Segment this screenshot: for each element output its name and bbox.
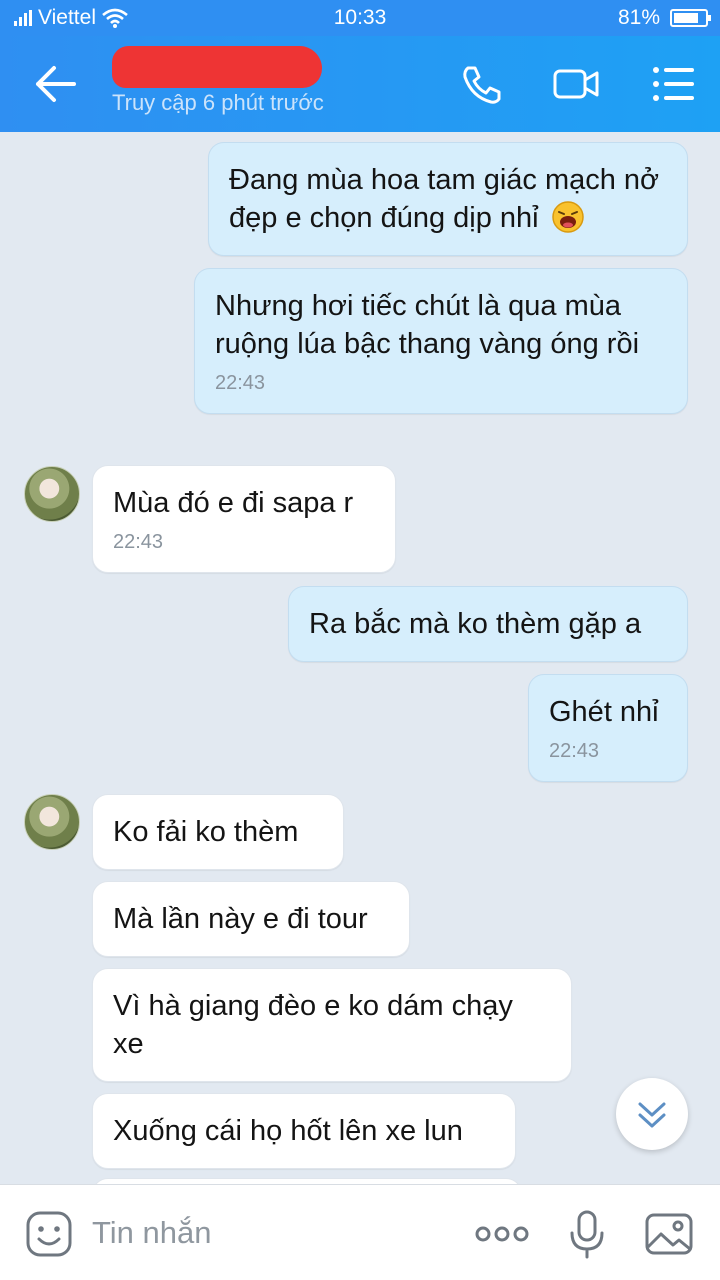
- contact-avatar[interactable]: [24, 466, 80, 522]
- message-composer: Tin nhắn: [0, 1184, 720, 1280]
- message-list[interactable]: Đang mùa hoa tam giác mạch nở đẹp e chọn…: [0, 132, 720, 1184]
- battery-percent: 81%: [617, 6, 660, 29]
- status-bar: Viettel 10:33 81%: [0, 0, 720, 36]
- message-text: Ra bắc mà ko thèm gặp a: [309, 608, 642, 640]
- message-bubble-incoming[interactable]: Vì hà giang đèo e ko dám chạy xe: [92, 968, 572, 1082]
- message-bubble-outgoing[interactable]: Ghét nhỉ 22:43: [528, 674, 688, 782]
- message-bubble-outgoing[interactable]: Ra bắc mà ko thèm gặp a: [288, 586, 688, 662]
- contact-name[interactable]: [112, 46, 322, 88]
- image-icon[interactable]: [644, 1209, 694, 1259]
- message-time: 22:43: [113, 531, 164, 553]
- last-seen-status: Truy cập 6 phút trước: [112, 90, 324, 115]
- message-bubble-incoming[interactable]: Xuống cái họ hốt lên xe lun: [92, 1093, 516, 1169]
- message-text: Nhưng hơi tiếc chút là qua mùa ruộng lúa…: [215, 290, 640, 360]
- message-text: Mùa đó e đi sapa r: [113, 487, 354, 519]
- message-text: Mà lần này e đi tour: [113, 903, 368, 935]
- message-input[interactable]: Tin nhắn: [92, 1215, 212, 1251]
- message-bubble-incoming[interactable]: Mà lần này e đi tour: [92, 881, 410, 957]
- back-arrow-icon[interactable]: [30, 62, 80, 106]
- clock: 10:33: [333, 6, 387, 29]
- message-text: Vì hà giang đèo e ko dám chạy xe: [113, 990, 513, 1060]
- more-options-icon[interactable]: [474, 1209, 530, 1259]
- redaction-mark: [112, 46, 322, 88]
- message-time: 22:43: [549, 740, 600, 762]
- message-bubble-incoming[interactable]: Mùa đó e đi sapa r 22:43: [92, 465, 396, 573]
- status-right: 81%: [617, 6, 711, 30]
- message-time: 22:43: [215, 372, 266, 394]
- laughing-face-icon: [551, 201, 584, 233]
- microphone-icon[interactable]: [562, 1209, 612, 1259]
- message-bubble-outgoing[interactable]: Nhưng hơi tiếc chút là qua mùa ruộng lúa…: [194, 268, 688, 414]
- contact-avatar[interactable]: [24, 794, 80, 850]
- phone-icon[interactable]: [458, 62, 506, 106]
- double-chevron-down-icon: [638, 1102, 666, 1128]
- message-text: Đang mùa hoa tam giác mạch nở đẹp e chọn…: [229, 164, 660, 234]
- scroll-to-bottom-button[interactable]: [616, 1078, 688, 1150]
- battery-fill: [674, 13, 699, 23]
- message-text: Xuống cái họ hốt lên xe lun: [113, 1115, 463, 1147]
- message-text: Ghét nhỉ: [549, 696, 659, 728]
- sticker-icon[interactable]: [24, 1209, 74, 1259]
- chat-header: Truy cập 6 phút trước: [0, 36, 720, 132]
- message-text: Ko fải ko thèm: [113, 816, 299, 848]
- menu-list-icon[interactable]: [650, 62, 698, 106]
- message-bubble-outgoing[interactable]: Đang mùa hoa tam giác mạch nở đẹp e chọn…: [208, 142, 688, 256]
- message-bubble-incoming[interactable]: Ko fải ko thèm: [92, 794, 344, 870]
- video-call-icon[interactable]: [552, 62, 600, 106]
- battery-icon: [670, 9, 711, 27]
